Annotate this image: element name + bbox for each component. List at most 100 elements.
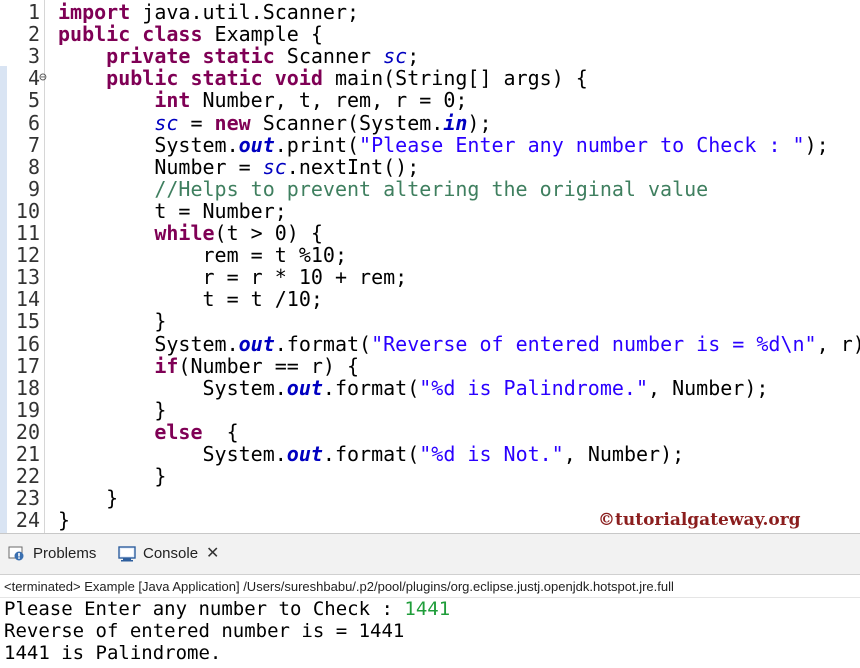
- line-number: 2: [0, 23, 40, 45]
- line-number: 19: [0, 399, 40, 421]
- tab-problems-label: Problems: [33, 543, 96, 565]
- code-token: ;: [407, 44, 419, 68]
- code-token: public: [106, 66, 178, 90]
- code-text: public static void main(String[] args) {: [58, 67, 588, 89]
- code-token: rem = t %10;: [58, 243, 347, 267]
- code-token: out: [287, 442, 323, 466]
- code-text: if(Number == r) {: [58, 355, 359, 377]
- code-token: [58, 177, 154, 201]
- code-text: }: [58, 465, 166, 487]
- code-token: new: [215, 111, 251, 135]
- line-number: 5: [0, 89, 40, 111]
- code-token: Scanner(System.: [251, 111, 444, 135]
- code-token: static: [203, 44, 275, 68]
- code-token: , Number);: [564, 442, 684, 466]
- code-token: System.: [58, 133, 239, 157]
- code-token: [190, 44, 202, 68]
- line-number: 9: [0, 178, 40, 200]
- bottom-panel-tabs: Problems Console ✕: [0, 534, 860, 574]
- code-token: =: [178, 111, 214, 135]
- code-text: }: [58, 310, 166, 332]
- tab-problems[interactable]: Problems: [8, 543, 96, 565]
- tab-console[interactable]: Console ✕: [118, 543, 219, 565]
- code-token: [130, 22, 142, 46]
- code-token: );: [805, 133, 829, 157]
- line-number: 7: [0, 134, 40, 156]
- close-icon[interactable]: ✕: [206, 543, 219, 565]
- code-token: if: [154, 354, 178, 378]
- code-token: }: [58, 508, 70, 532]
- console-icon: [118, 546, 136, 562]
- line-number: 10: [0, 200, 40, 222]
- code-token: [58, 354, 154, 378]
- code-token: [58, 88, 154, 112]
- code-token: "Reverse of entered number is = %d\n": [371, 332, 817, 356]
- code-token: [58, 44, 106, 68]
- code-token: static: [190, 66, 262, 90]
- code-text: sc = new Scanner(System.in);: [58, 112, 492, 134]
- code-token: [178, 66, 190, 90]
- code-token: class: [142, 22, 202, 46]
- line-number: 13: [0, 266, 40, 288]
- code-token: System.: [58, 376, 287, 400]
- line-number: 8: [0, 156, 40, 178]
- code-token: r = r * 10 + rem;: [58, 265, 407, 289]
- console-user-input: 1441: [404, 598, 450, 620]
- code-token: }: [58, 464, 166, 488]
- console-status: <terminated> Example [Java Application] …: [0, 574, 860, 598]
- code-token: java.util.Scanner;: [130, 0, 359, 24]
- code-token: out: [287, 376, 323, 400]
- code-text: else {: [58, 421, 239, 443]
- code-token: );: [467, 111, 491, 135]
- code-token: sc: [383, 44, 407, 68]
- line-number: 12: [0, 244, 40, 266]
- fold-collapse-icon[interactable]: ⊖: [39, 67, 47, 89]
- code-token: {: [203, 420, 239, 444]
- line-number: 4: [0, 67, 40, 89]
- line-number: 18: [0, 377, 40, 399]
- code-text: rem = t %10;: [58, 244, 347, 266]
- console-prompt: Please Enter any number to Check :: [4, 598, 404, 620]
- console-line: 1441 is Palindrome.: [4, 642, 450, 664]
- code-token: }: [58, 486, 118, 510]
- code-text: }: [58, 487, 118, 509]
- code-token: .print(: [275, 133, 359, 157]
- code-token: import: [58, 0, 130, 24]
- code-text: t = t /10;: [58, 288, 323, 310]
- code-token: //Helps to prevent altering the original…: [154, 177, 708, 201]
- code-token: "Please Enter any number to Check : ": [359, 133, 805, 157]
- code-token: System.: [58, 332, 239, 356]
- code-token: else: [154, 420, 202, 444]
- line-number: 11: [0, 222, 40, 244]
- line-number: 21: [0, 443, 40, 465]
- code-text: System.out.print("Please Enter any numbe…: [58, 134, 829, 156]
- code-token: while: [154, 221, 214, 245]
- line-number: 1: [0, 1, 40, 23]
- line-number: 17: [0, 355, 40, 377]
- code-editor[interactable]: 1 import java.util.Scanner; 2 public class …: [0, 0, 860, 533]
- code-token: .format(: [323, 442, 419, 466]
- code-token: System.: [58, 442, 287, 466]
- code-token: t = Number;: [58, 199, 287, 223]
- line-number: 24: [0, 509, 40, 531]
- code-token: (Number == r) {: [178, 354, 359, 378]
- code-text: private static Scanner sc;: [58, 45, 419, 67]
- code-token: .format(: [323, 376, 419, 400]
- code-token: , Number);: [648, 376, 768, 400]
- code-token: public: [58, 22, 130, 46]
- code-token: .nextInt();: [287, 155, 419, 179]
- console-output: Please Enter any number to Check : 1441 …: [4, 598, 450, 664]
- code-token: t = t /10;: [58, 287, 323, 311]
- watermark: ©tutorialgateway.org: [598, 510, 801, 530]
- code-token: .format(: [275, 332, 371, 356]
- line-number: 20: [0, 421, 40, 443]
- code-token: [58, 111, 154, 135]
- line-number: 16: [0, 333, 40, 355]
- console-line: Please Enter any number to Check : 1441: [4, 598, 450, 620]
- code-text: Number = sc.nextInt();: [58, 156, 419, 178]
- code-token: void: [275, 66, 323, 90]
- code-token: Scanner: [275, 44, 383, 68]
- code-text: public class Example {: [58, 23, 323, 45]
- code-token: main(String[] args) {: [323, 66, 588, 90]
- code-token: "%d is Palindrome.": [419, 376, 648, 400]
